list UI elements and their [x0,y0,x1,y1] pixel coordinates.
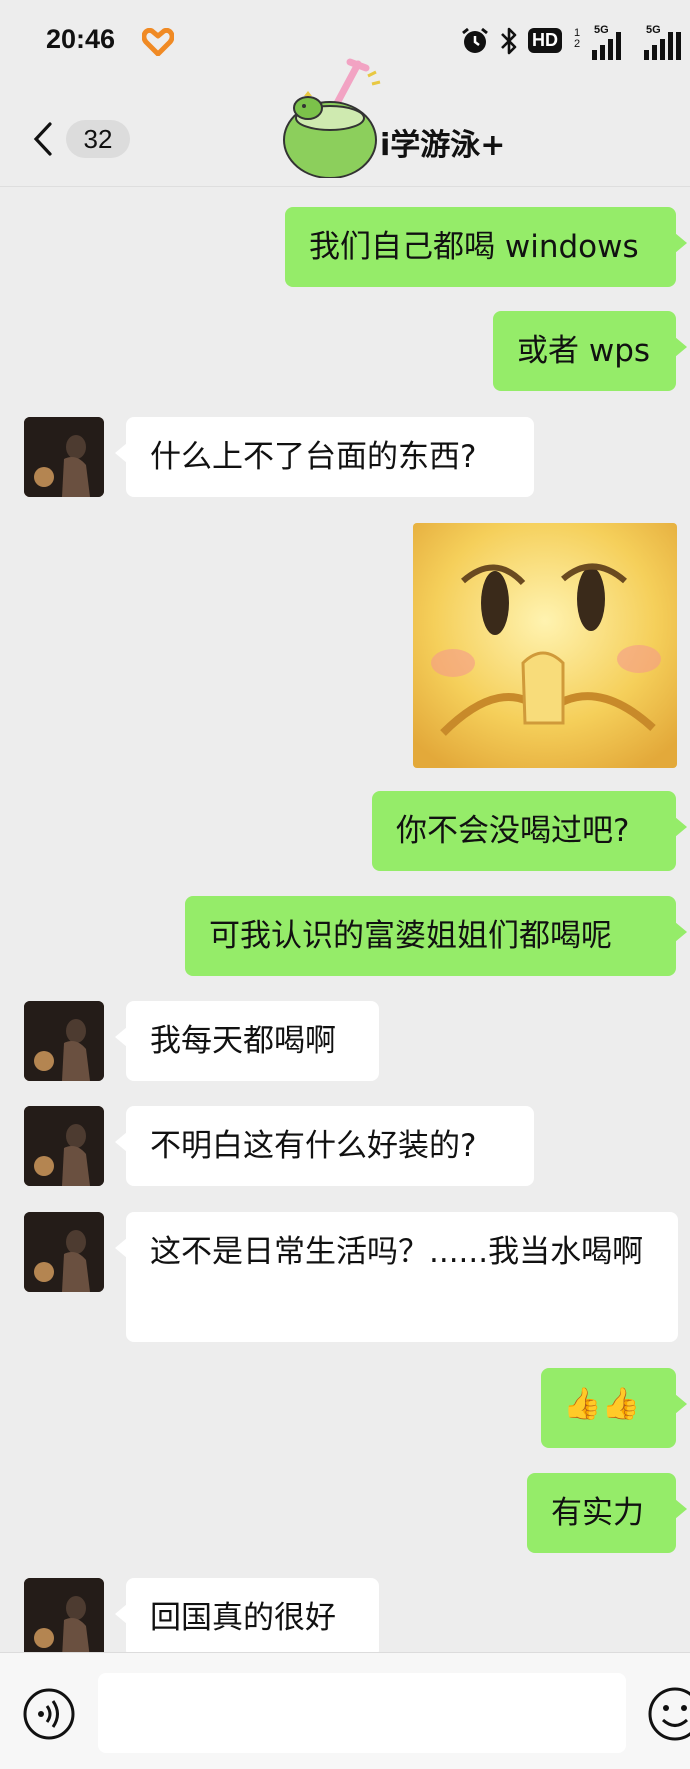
bluetooth-icon [501,27,517,55]
avatar-photo [24,417,104,497]
voice-icon[interactable] [22,1687,76,1741]
avatar[interactable] [24,1001,104,1081]
signal-icon [644,32,681,60]
coconut-avatar-icon [283,58,381,178]
unread-count-badge: 32 [66,120,130,158]
message-bubble-incoming[interactable]: 我每天都喝啊 [115,1001,379,1081]
message-bubble-outgoing[interactable]: 或者 wps [493,311,687,391]
chat-title-area[interactable]: i学游泳+ [280,58,580,186]
input-bar [0,1652,690,1769]
status-time: 20:46 [46,24,116,54]
chat-messages[interactable]: 我们自己都喝 windows 或者 wps 什么上不了台面的东西? 你不会没喝过… [0,187,690,1652]
avatar[interactable] [24,1212,104,1292]
chat-header: 32 i学游泳+ [0,58,690,187]
avatar-photo [24,1106,104,1186]
message-bubble-incoming[interactable]: 回国真的很好 [115,1578,379,1652]
message-text: 回国真的很好 [150,1600,336,1636]
hd-sub-2: 2 [574,38,581,50]
message-text: 有实力 [551,1495,644,1531]
hd-sub: 12 [574,28,580,50]
avatar[interactable] [24,417,104,497]
message-bubble-outgoing[interactable]: 我们自己都喝 windows [285,207,687,287]
alarm-icon [462,27,488,53]
message-bubble-incoming[interactable]: 不明白这有什么好装的? [115,1106,534,1186]
avatar-photo [24,1001,104,1081]
status-icons: HD 12 5G 5G [460,20,690,64]
avatar-photo [24,1212,104,1292]
message-bubble-outgoing[interactable]: 你不会没喝过吧? [372,791,687,871]
message-text: 什么上不了台面的东西? [150,439,477,475]
avatar[interactable] [24,1578,104,1652]
message-bubble-outgoing[interactable]: 有实力 [527,1473,687,1553]
message-text: 我每天都喝啊 [150,1023,336,1059]
chat-title: i学游泳+ [380,128,506,163]
message-text: 或者 wps [517,333,651,369]
avatar[interactable] [24,1106,104,1186]
back-button[interactable]: 32 [30,118,130,162]
message-text: 可我认识的富婆姐姐们都喝呢 [209,918,612,954]
message-bubble-outgoing[interactable]: 👍👍 [541,1368,687,1448]
message-text: 不明白这有什么好装的? [150,1128,477,1164]
message-bubble-incoming[interactable]: 什么上不了台面的东西? [115,417,534,497]
message-text: 我们自己都喝 windows [309,229,639,265]
avatar-photo [24,1578,104,1652]
hd-badge: HD [528,28,562,53]
sticker-message[interactable] [413,523,677,768]
smirk-emoji-sticker [413,523,677,768]
message-input[interactable] [98,1673,626,1753]
signal-icon [592,32,621,60]
emoji-icon[interactable] [646,1685,690,1743]
thumbs-up-emoji: 👍👍 [563,1386,641,1422]
heart-icon [142,28,174,56]
message-text: 你不会没喝过吧? [396,813,630,849]
message-bubble-incoming[interactable]: 这不是日常生活吗？......我当水喝啊 [115,1212,678,1342]
message-bubble-outgoing[interactable]: 可我认识的富婆姐姐们都喝呢 [185,896,687,976]
message-text: 这不是日常生活吗？......我当水喝啊 [150,1234,644,1270]
chevron-left-icon [33,122,52,156]
